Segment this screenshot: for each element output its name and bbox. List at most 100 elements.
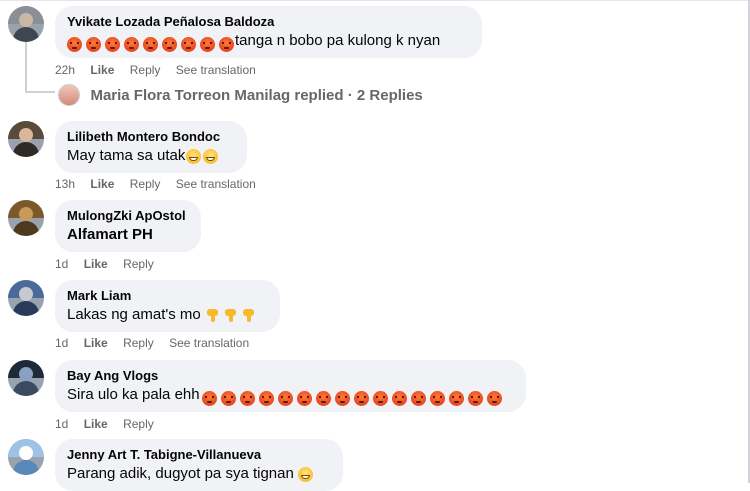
avatar[interactable] (8, 121, 44, 157)
avatar-body (13, 301, 39, 316)
reply-button[interactable]: Reply (123, 416, 154, 432)
comment-text-content: May tama sa utak (67, 147, 186, 164)
angry-face-icon (239, 390, 255, 406)
avatar-face (19, 287, 33, 301)
avatar-body (13, 221, 39, 236)
thumbs-down-icon (241, 308, 255, 323)
angry-face-icon (143, 36, 158, 52)
avatar (58, 84, 80, 106)
see-translation-link[interactable]: See translation (169, 335, 249, 351)
angry-face-icon (429, 390, 445, 406)
comment-bubble: Yvikate Lozada Peñalosa Baldoza tanga n … (55, 6, 482, 58)
avatar-face (19, 207, 33, 221)
angry-face-icon (467, 390, 483, 406)
avatar[interactable] (8, 360, 44, 396)
angry-face-icon (353, 390, 369, 406)
avatar-face (19, 128, 33, 142)
like-button[interactable]: Like (90, 176, 114, 192)
comment-text-content: Parang adik, dugyot pa sya tignan (67, 465, 294, 482)
see-translation-link[interactable]: See translation (176, 176, 256, 192)
comment-time[interactable]: 1d (55, 335, 68, 351)
comment-text-content: Lakas ng amat's mo (67, 306, 201, 323)
replies-toggle[interactable]: Maria Flora Torreon Manilag replied · 2 … (58, 84, 423, 110)
angry-face-icon (410, 390, 426, 406)
angry-face-icon (162, 36, 177, 52)
comment-actions: 22h Like Reply See translation (55, 62, 268, 78)
angry-face-icon (277, 390, 293, 406)
thumbs-down-icon (223, 308, 237, 323)
avatar[interactable] (8, 439, 44, 475)
angry-face-icon (67, 36, 82, 52)
reply-button[interactable]: Reply (130, 176, 161, 192)
avatar-face (19, 367, 33, 381)
angry-emoji-row (201, 388, 506, 408)
thumbs-down-icon (205, 308, 219, 323)
angry-face-icon (220, 390, 236, 406)
grinning-face-icon (186, 148, 202, 164)
like-button[interactable]: Like (84, 256, 108, 272)
angry-face-icon (86, 36, 101, 52)
avatar-body (13, 460, 39, 475)
comment-time[interactable]: 1d (55, 416, 68, 432)
comment-text: May tama sa utak (67, 146, 235, 166)
angry-face-icon (315, 390, 331, 406)
reply-button[interactable]: Reply (130, 62, 161, 78)
comment-author[interactable]: Lilibeth Montero Bondoc (67, 128, 235, 145)
avatar-body (13, 381, 39, 396)
angry-face-icon (124, 36, 139, 52)
comment-text[interactable]: Alfamart PH (67, 225, 189, 245)
angry-face-icon (201, 390, 217, 406)
top-border (0, 0, 750, 1)
reply-button[interactable]: Reply (123, 256, 154, 272)
comment-actions: 1d Like Reply See translation (55, 335, 261, 351)
comment-text: Parang adik, dugyot pa sya tignan (67, 464, 331, 484)
like-button[interactable]: Like (90, 62, 114, 78)
avatar[interactable] (8, 280, 44, 316)
thread-line-curve (25, 91, 55, 93)
see-translation-link[interactable]: See translation (176, 62, 256, 78)
comment-text-content: Sira ulo ka pala ehh (67, 386, 200, 403)
comment-time[interactable]: 22h (55, 62, 75, 78)
comment-author[interactable]: Yvikate Lozada Peñalosa Baldoza (67, 13, 470, 30)
comment-actions: 1d Like Reply (55, 416, 166, 432)
avatar-body (13, 142, 39, 157)
comment-author[interactable]: Mark Liam (67, 287, 268, 304)
angry-face-icon (448, 390, 464, 406)
comment-text: Sira ulo ka pala ehh (67, 385, 514, 408)
comment-author[interactable]: MulongZki ApOstol (67, 207, 189, 224)
comment-bubble: Jenny Art T. Tabigne-Villanueva Parang a… (55, 439, 343, 491)
angry-face-icon (486, 390, 502, 406)
angry-face-icon (200, 36, 215, 52)
like-button[interactable]: Like (84, 335, 108, 351)
comment-time[interactable]: 13h (55, 176, 75, 192)
thread-line (25, 40, 27, 92)
like-button[interactable]: Like (84, 416, 108, 432)
avatar-body (13, 27, 39, 42)
angry-face-icon (372, 390, 388, 406)
comment-text: tanga n bobo pa kulong k nyan (67, 31, 470, 54)
reply-button[interactable]: Reply (123, 335, 154, 351)
comment-text: Lakas ng amat's mo (67, 305, 268, 325)
comment-bubble: MulongZki ApOstol Alfamart PH (55, 200, 201, 252)
comment-author[interactable]: Bay Ang Vlogs (67, 367, 514, 384)
avatar[interactable] (8, 200, 44, 236)
comment-bubble: Lilibeth Montero Bondoc May tama sa utak (55, 121, 247, 173)
comment-author[interactable]: Jenny Art T. Tabigne-Villanueva (67, 446, 331, 463)
avatar-face (19, 13, 33, 27)
avatar[interactable] (8, 6, 44, 42)
comment-bubble: Mark Liam Lakas ng amat's mo (55, 280, 280, 332)
comment-actions: 1d Like Reply (55, 256, 166, 272)
grinning-face-icon (203, 148, 219, 164)
comment-time[interactable]: 1d (55, 256, 68, 272)
angry-face-icon (181, 36, 196, 52)
grinning-face-icon (298, 466, 313, 482)
comment-actions: 13h Like Reply See translation (55, 176, 268, 192)
angry-face-icon (296, 390, 312, 406)
angry-face-icon (391, 390, 407, 406)
avatar-face (19, 446, 33, 460)
comment-text-content: tanga n bobo pa kulong k nyan (235, 32, 441, 49)
replies-summary-text[interactable]: Maria Flora Torreon Manilag replied · 2 … (90, 87, 422, 104)
angry-face-icon (258, 390, 274, 406)
angry-emoji-row (67, 34, 235, 54)
comment-bubble: Bay Ang Vlogs Sira ulo ka pala ehh (55, 360, 526, 412)
